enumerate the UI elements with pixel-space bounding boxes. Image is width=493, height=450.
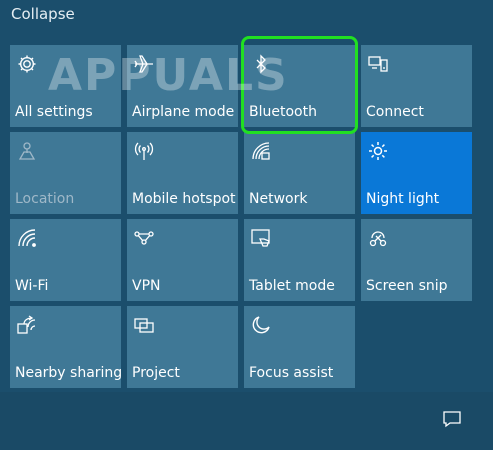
tile-label: Project [132, 365, 180, 381]
taskbar-strip [0, 392, 493, 450]
tile-mobile-hotspot[interactable]: Mobile hotspot [127, 132, 238, 214]
tile-label: All settings [15, 104, 93, 120]
tile-label: Night light [366, 191, 440, 207]
tile-label: Location [15, 191, 75, 207]
action-center-panel: Collapse All settings Airplane mode Blue… [0, 0, 493, 450]
tile-vpn[interactable]: VPN [127, 219, 238, 301]
project-icon [133, 314, 155, 336]
tile-airplane-mode[interactable]: Airplane mode [127, 45, 238, 127]
wifi-icon [16, 227, 38, 249]
tile-all-settings[interactable]: All settings [10, 45, 121, 127]
tablet-icon [250, 227, 272, 249]
tile-label: Screen snip [366, 278, 448, 294]
collapse-link[interactable]: Collapse [11, 5, 75, 23]
airplane-icon [133, 53, 155, 75]
tile-label: Connect [366, 104, 424, 120]
tile-project[interactable]: Project [127, 306, 238, 388]
tile-screen-snip[interactable]: Screen snip [361, 219, 472, 301]
network-icon [250, 140, 272, 162]
tile-location[interactable]: Location [10, 132, 121, 214]
tile-label: Wi-Fi [15, 278, 49, 294]
tile-label: Bluetooth [249, 104, 317, 120]
notification-icon [442, 409, 462, 433]
tile-focus-assist[interactable]: Focus assist [244, 306, 355, 388]
tile-label: Focus assist [249, 365, 334, 381]
tile-connect[interactable]: Connect [361, 45, 472, 127]
hotspot-icon [133, 140, 155, 162]
tile-wifi[interactable]: Wi-Fi [10, 219, 121, 301]
tile-bluetooth[interactable]: Bluetooth [244, 45, 355, 127]
tile-label: VPN [132, 278, 161, 294]
tile-network[interactable]: Network [244, 132, 355, 214]
location-icon [16, 140, 38, 162]
moon-icon [250, 314, 272, 336]
action-center-button[interactable] [426, 392, 478, 450]
tile-label: Nearby sharing [15, 365, 123, 381]
share-icon [16, 314, 38, 336]
vpn-icon [133, 227, 155, 249]
bluetooth-icon [250, 53, 272, 75]
tile-label: Network [249, 191, 308, 207]
tile-night-light[interactable]: Night light [361, 132, 472, 214]
gear-icon [16, 53, 38, 75]
tile-label: Airplane mode [132, 104, 235, 120]
scissors-icon [367, 227, 389, 249]
tile-label: Mobile hotspot [132, 191, 236, 207]
tile-label: Tablet mode [249, 278, 335, 294]
tile-nearby-sharing[interactable]: Nearby sharing [10, 306, 123, 388]
connect-icon [367, 53, 389, 75]
tile-tablet-mode[interactable]: Tablet mode [244, 219, 355, 301]
sun-icon [367, 140, 389, 162]
